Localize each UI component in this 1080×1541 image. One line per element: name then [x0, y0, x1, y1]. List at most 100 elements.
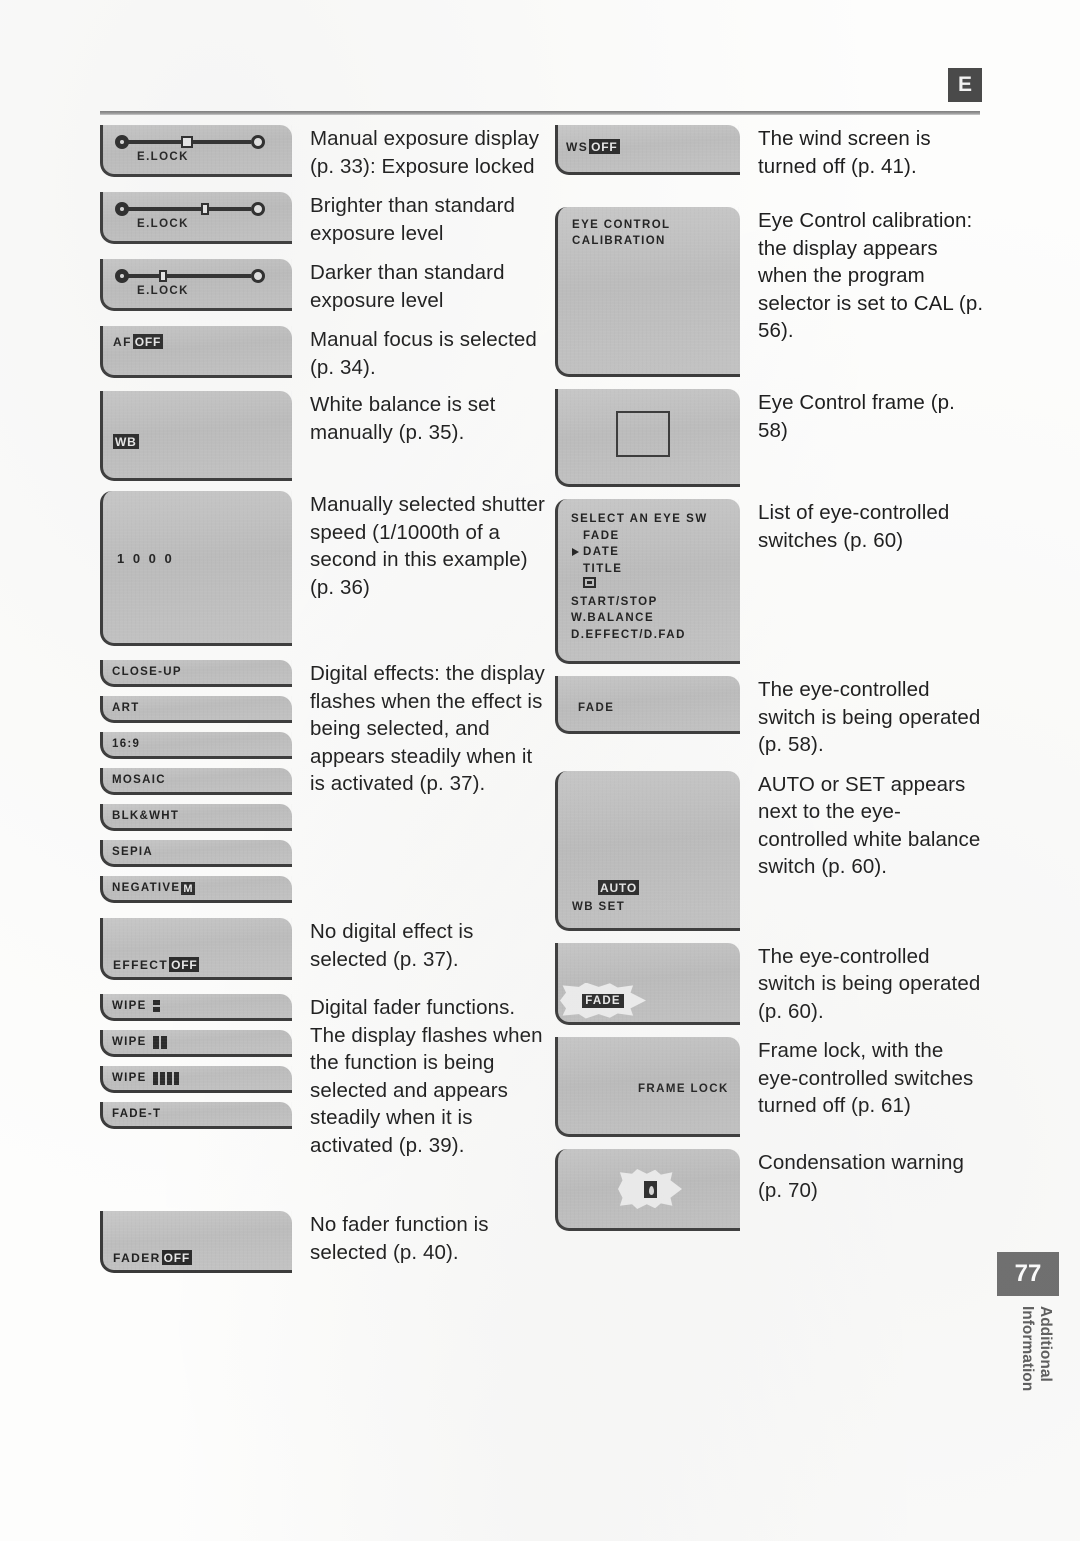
section-tab-label: Additional Information — [1019, 1306, 1054, 1392]
osd-off-badge: OFF — [132, 334, 164, 349]
entry-description: The wind screen is turned off (p. 41). — [758, 127, 931, 178]
entry-description: Manual exposure display (p. 33): Exposur… — [310, 127, 540, 178]
effect-label: ART — [112, 702, 140, 714]
effect-label: 16:9 — [112, 738, 141, 750]
menu-item-card[interactable] — [583, 577, 708, 594]
menu-item-selected[interactable]: DATE — [572, 544, 708, 561]
slider-endpoint-right — [251, 202, 265, 216]
entry-no-digital-effect: EFFECT OFF No digital effect is selected … — [100, 918, 550, 980]
osd-effect-label: EFFECT — [113, 957, 169, 972]
exposure-slider — [115, 268, 265, 284]
entry-exposure-brighter: E.LOCK Brighter than standard exposure l… — [100, 192, 550, 247]
entry-eye-switch-operated-60: FADE The eye-controlled switch is being … — [555, 942, 995, 1026]
fader-strip: WIPE — [100, 994, 292, 1021]
fade-burst-wrap: FADE — [560, 982, 646, 1019]
eye-control-frame-rect — [616, 411, 670, 457]
osd-ws-label: WS — [566, 139, 589, 154]
menu-item[interactable]: START/STOP — [571, 594, 708, 611]
osd-calibration-line-1: EYE CONTROL — [572, 219, 671, 231]
entry-digital-fader: WIPE WIPE WIPE FADE-T Digital fader func… — [100, 994, 550, 1159]
osd-wb-badge: WB — [113, 434, 139, 449]
condensation-burst-wrap — [618, 1169, 682, 1209]
entry-description: The eye-controlled switch is being opera… — [758, 944, 981, 1023]
menu-title: SELECT AN EYE SW — [571, 513, 708, 525]
entry-condensation-warning: Condensation warning (p. 70) — [555, 1149, 995, 1231]
osd-af-label: AF — [113, 334, 132, 349]
menu-item[interactable]: FADE — [583, 528, 708, 545]
exposure-slider — [115, 134, 265, 150]
right-column: WS OFF The wind screen is turned off (p. … — [555, 125, 995, 1231]
menu-item[interactable]: W.BALANCE — [571, 610, 708, 627]
slider-endpoint-right — [251, 135, 265, 149]
entry-white-balance: WB White balance is set manually (p. 35)… — [100, 391, 550, 481]
wipe-pattern-icon — [152, 1071, 179, 1085]
entry-digital-effects: CLOSE-UP ART 16:9 MOSAIC BLK&WHT SEPIA N… — [100, 660, 550, 912]
exposure-slider — [115, 201, 265, 217]
lcd-illustration: SELECT AN EYE SW FADE DATE TITLE START/S… — [555, 499, 740, 664]
fader-strip: FADE-T — [100, 1102, 292, 1129]
effect-strip: BLK&WHT — [100, 804, 292, 831]
entry-description: The eye-controlled switch is being opera… — [758, 678, 981, 756]
entry-manual-focus: AF OFF Manual focus is selected (p. 34). — [100, 326, 550, 381]
osd-auto-badge-wrap: AUTO — [598, 879, 639, 895]
entry-description: Brighter than standard exposure level — [310, 194, 516, 245]
osd-ws-group: WS OFF — [566, 139, 620, 154]
starburst-icon: FADE — [560, 982, 646, 1019]
osd-shutter-value: 1 0 0 0 — [117, 551, 175, 566]
fader-label: FADE-T — [112, 1108, 162, 1120]
fader-strip: WIPE — [100, 1066, 292, 1093]
lcd-illustration: E.LOCK — [100, 259, 292, 311]
slider-endpoint-right — [251, 269, 265, 283]
entry-shutter-speed: 1 0 0 0 Manually selected shutter speed … — [100, 491, 550, 646]
water-drop-icon — [643, 1180, 657, 1198]
menu-item[interactable]: D.EFFECT/D.FAD — [571, 627, 708, 644]
lcd-illustration: WS OFF — [555, 125, 740, 175]
entry-eye-switch-operated-58: FADE The eye-controlled switch is being … — [555, 676, 995, 759]
entry-description: White balance is set manually (p. 35). — [310, 393, 496, 444]
fader-label: WIPE — [112, 1072, 147, 1084]
effect-label: MOSAIC — [112, 774, 166, 786]
entry-description: Frame lock, with the eye-controlled swit… — [758, 1039, 974, 1117]
menu-item[interactable]: TITLE — [583, 561, 708, 578]
effect-strip: SEPIA — [100, 840, 292, 867]
osd-wb-group: WB — [113, 434, 139, 449]
lcd-illustration: EYE CONTROL CALIBRATION — [555, 207, 740, 377]
lcd-illustration: 1 0 0 0 — [100, 491, 292, 646]
effect-label: BLK&WHT — [112, 810, 180, 822]
lcd-illustration: AUTO WB SET — [555, 770, 740, 931]
osd-off-badge: OFF — [589, 139, 620, 154]
osd-off-badge: OFF — [169, 957, 200, 972]
entry-description: Condensation warning (p. 70) — [758, 1151, 964, 1202]
lcd-illustration: AF OFF — [100, 326, 292, 378]
entry-description: Manually selected shutter speed (1/1000t… — [310, 493, 545, 599]
osd-fade-label: FADE — [582, 993, 624, 1008]
language-badge: E — [948, 68, 982, 102]
osd-af-group: AF OFF — [113, 334, 164, 349]
lcd-illustration: FADE — [555, 942, 740, 1025]
slider-marker — [181, 136, 193, 148]
lcd-illustration: FADER OFF — [100, 1211, 292, 1273]
osd-elock-label: E.LOCK — [137, 151, 189, 163]
entry-eye-switch-list: SELECT AN EYE SW FADE DATE TITLE START/S… — [555, 499, 995, 664]
entry-wind-screen-off: WS OFF The wind screen is turned off (p. … — [555, 125, 995, 180]
entry-description: Eye Control calibration: the display app… — [758, 209, 984, 342]
osd-calibration-line-2: CALIBRATION — [572, 235, 666, 247]
fader-label: WIPE — [112, 1000, 147, 1012]
entry-wb-auto-set: AUTO WB SET AUTO or SET appears next to … — [555, 770, 995, 931]
entry-no-fader: FADER OFF No fader function is selected (… — [100, 1211, 550, 1273]
entry-description: No digital effect is selected (p. 37). — [310, 920, 474, 971]
effect-label: NEGATIVE — [112, 882, 181, 894]
osd-fade-label: FADE — [578, 702, 615, 714]
entry-description: Digital fader functions. The display fla… — [310, 996, 543, 1157]
fader-label: WIPE — [112, 1036, 147, 1048]
entry-eye-control-frame: Eye Control frame (p. 58) — [555, 389, 995, 487]
slider-endpoint-left — [115, 135, 129, 149]
effect-strip: MOSAIC — [100, 768, 292, 795]
lcd-illustration — [555, 389, 740, 487]
osd-fader-label: FADER — [113, 1250, 161, 1265]
entry-description: Manual focus is selected (p. 34). — [310, 328, 537, 379]
left-column: E.LOCK Manual exposure display (p. 33): … — [100, 125, 550, 1273]
slider-endpoint-left — [115, 202, 129, 216]
digital-effects-strip-group: CLOSE-UP ART 16:9 MOSAIC BLK&WHT SEPIA N… — [100, 660, 292, 912]
lcd-illustration: WB — [100, 391, 292, 481]
